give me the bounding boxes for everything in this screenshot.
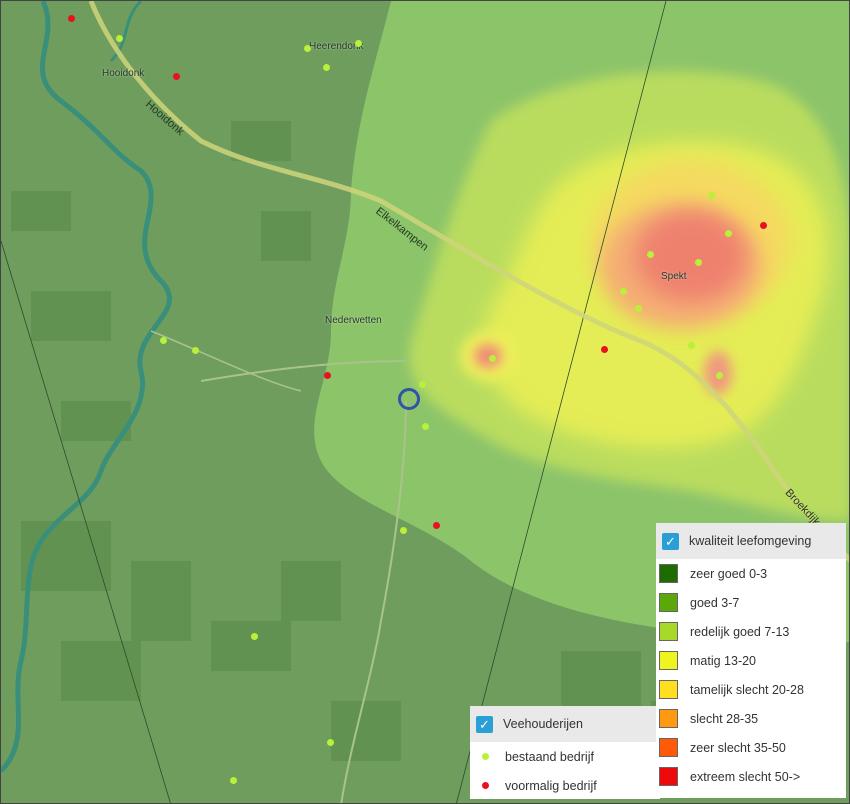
- color-swatch-icon: [659, 593, 678, 612]
- legend-livestock: ✓ Veehouderijen bestaand bedrijf voormal…: [470, 706, 660, 799]
- farm-former[interactable]: [759, 221, 767, 229]
- farm-former[interactable]: [600, 345, 608, 353]
- legend-row: voormalig bedrijf: [470, 771, 660, 800]
- dot-red-icon: [482, 782, 489, 789]
- legend-label: goed 3-7: [690, 595, 740, 610]
- legend-label: matig 13-20: [690, 653, 757, 668]
- legend-row: extreem slecht 50->: [656, 762, 846, 791]
- dot-green-icon: [482, 753, 489, 760]
- checkbox-checked-icon[interactable]: ✓: [662, 532, 679, 550]
- legend-quality-header[interactable]: ✓ kwaliteit leefomgeving: [656, 523, 846, 559]
- farm-existing[interactable]: [354, 39, 362, 47]
- farm-existing[interactable]: [634, 304, 642, 312]
- legend-quality: ✓ kwaliteit leefomgeving zeer goed 0-3 go…: [656, 523, 846, 798]
- selected-location-marker[interactable]: [398, 388, 420, 410]
- checkbox-checked-icon[interactable]: ✓: [476, 715, 493, 733]
- legend-label: redelijk goed 7-13: [690, 624, 790, 639]
- farm-existing[interactable]: [421, 422, 429, 430]
- farm-existing[interactable]: [418, 380, 426, 388]
- legend-label: tamelijk slecht 20-28: [690, 682, 804, 697]
- color-swatch-icon: [659, 622, 678, 641]
- place-label-nederwetten: Nederwetten: [325, 315, 382, 326]
- farm-existing[interactable]: [250, 632, 258, 640]
- legend-label: voormalig bedrijf: [505, 778, 597, 793]
- farm-existing[interactable]: [159, 336, 167, 344]
- legend-livestock-header[interactable]: ✓ Veehouderijen: [470, 706, 660, 742]
- farm-existing[interactable]: [694, 258, 702, 266]
- color-swatch-icon: [659, 767, 678, 786]
- farm-existing[interactable]: [326, 738, 334, 746]
- farm-existing[interactable]: [646, 250, 654, 258]
- place-label-hooidonk: Hooidonk: [102, 68, 145, 79]
- legend-row: matig 13-20: [656, 646, 846, 675]
- legend-quality-title: kwaliteit leefomgeving: [689, 534, 812, 548]
- legend-row: redelijk goed 7-13: [656, 617, 846, 646]
- farm-existing[interactable]: [399, 526, 407, 534]
- color-swatch-icon: [659, 738, 678, 757]
- color-swatch-icon: [659, 651, 678, 670]
- farm-existing[interactable]: [322, 63, 330, 71]
- legend-row: bestaand bedrijf: [470, 742, 660, 771]
- legend-row: tamelijk slecht 20-28: [656, 675, 846, 704]
- color-swatch-icon: [659, 709, 678, 728]
- legend-row: zeer slecht 35-50: [656, 733, 846, 762]
- farm-existing[interactable]: [488, 354, 496, 362]
- farm-existing[interactable]: [724, 229, 732, 237]
- farm-former[interactable]: [323, 371, 331, 379]
- farm-former[interactable]: [67, 14, 75, 22]
- farm-existing[interactable]: [715, 371, 723, 379]
- legend-label: zeer goed 0-3: [690, 566, 768, 581]
- legend-row: zeer goed 0-3: [656, 559, 846, 588]
- farm-existing[interactable]: [229, 776, 237, 784]
- farm-existing[interactable]: [619, 287, 627, 295]
- color-swatch-icon: [659, 564, 678, 583]
- legend-label: slecht 28-35: [690, 711, 759, 726]
- farm-former[interactable]: [432, 521, 440, 529]
- legend-livestock-title: Veehouderijen: [503, 717, 583, 731]
- farm-existing[interactable]: [115, 34, 123, 42]
- farm-existing[interactable]: [687, 341, 695, 349]
- farm-existing[interactable]: [303, 44, 311, 52]
- color-swatch-icon: [659, 680, 678, 699]
- farm-existing[interactable]: [191, 346, 199, 354]
- legend-label: bestaand bedrijf: [505, 749, 594, 764]
- legend-row: slecht 28-35: [656, 704, 846, 733]
- legend-row: goed 3-7: [656, 588, 846, 617]
- place-label-spekt: Spekt: [661, 271, 687, 282]
- legend-label: extreem slecht 50->: [690, 769, 801, 784]
- legend-label: zeer slecht 35-50: [690, 740, 786, 755]
- farm-former[interactable]: [172, 72, 180, 80]
- farm-existing[interactable]: [707, 191, 715, 199]
